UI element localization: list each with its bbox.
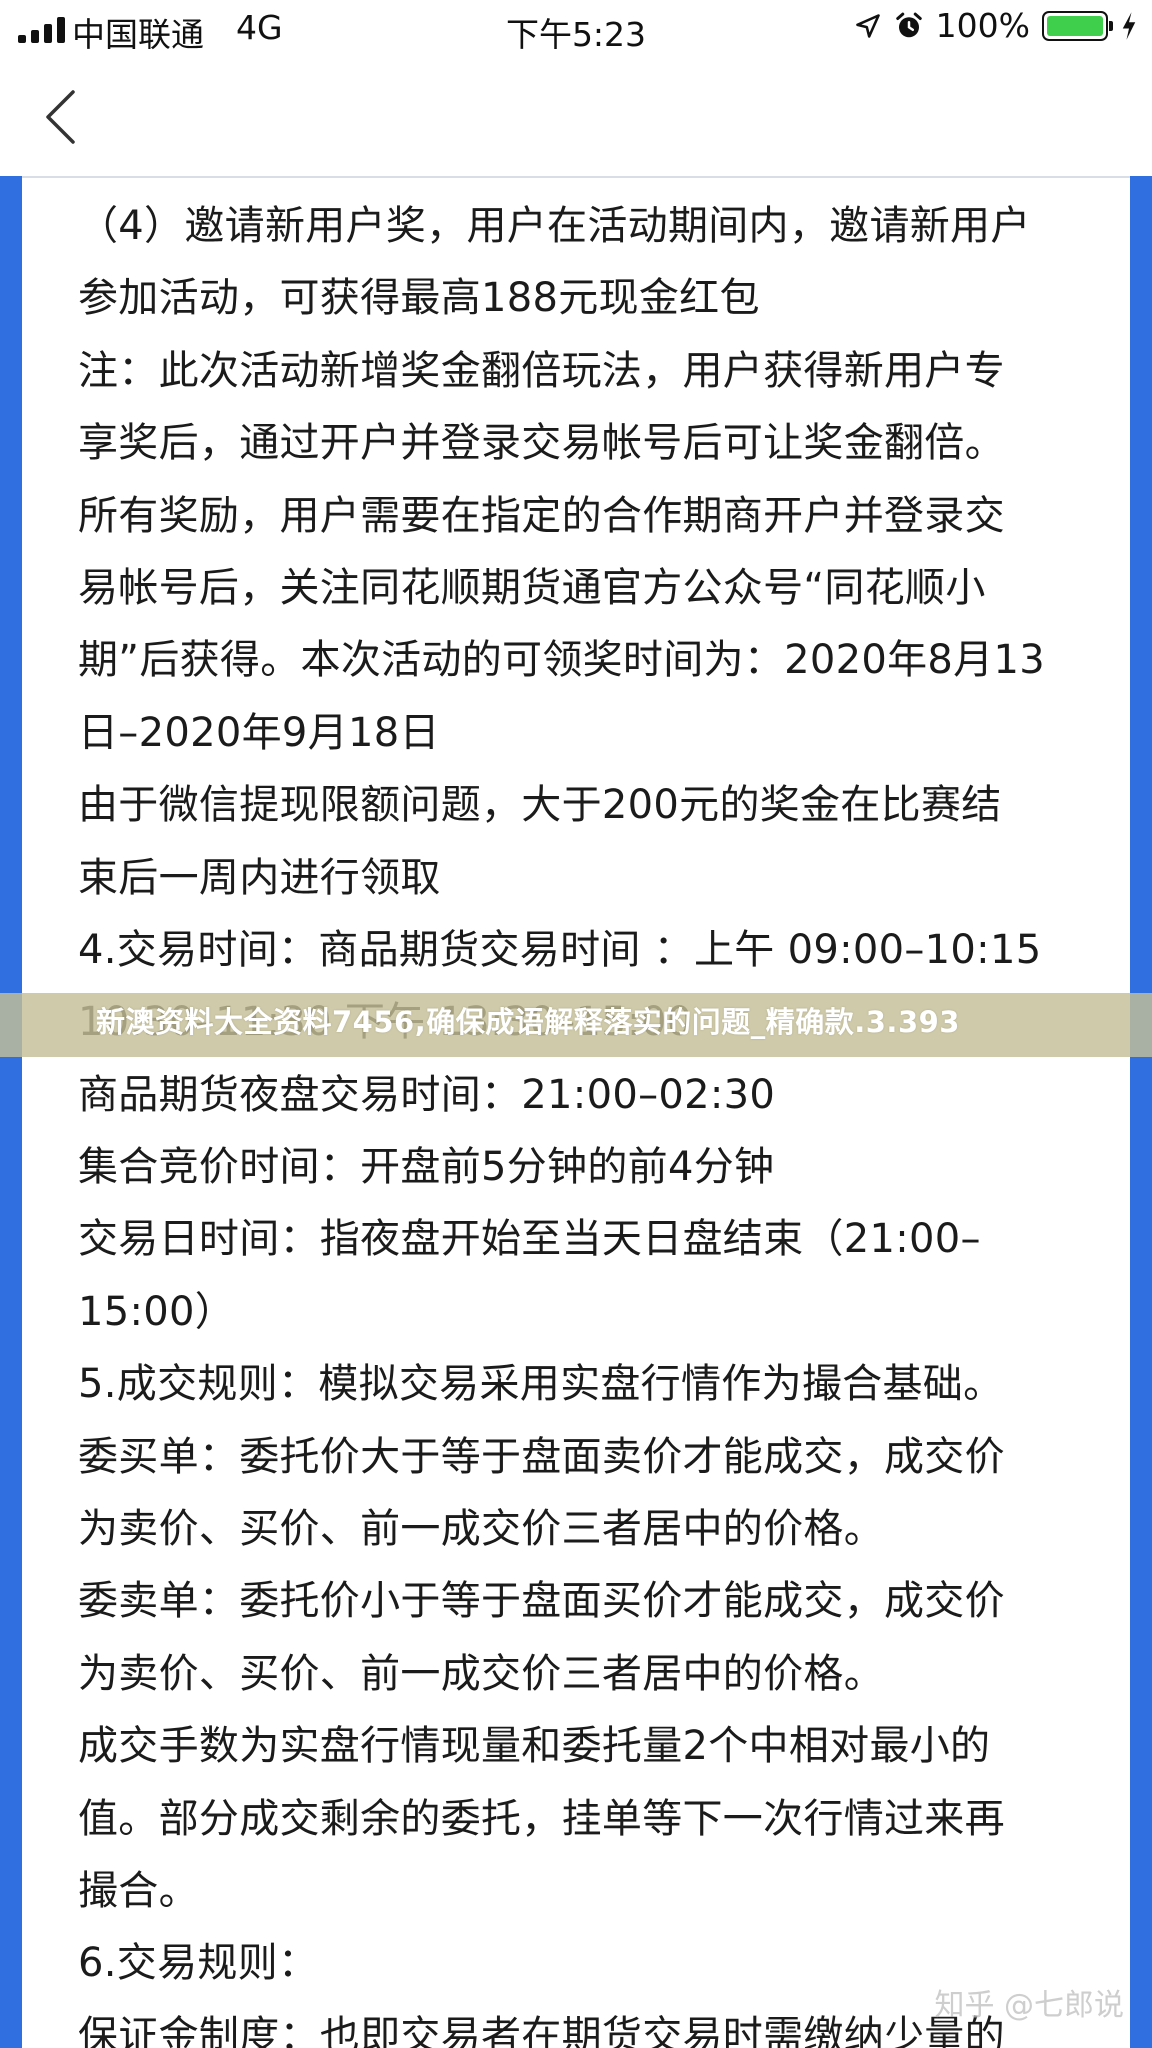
status-bar: 中国联通 4G 下午5:23 100% (0, 0, 1152, 58)
alarm-clock-icon (895, 12, 922, 37)
banner-text: 新澳资料大全资料7456,确保成语解释落实的问题_精确款.3.393 (96, 1005, 960, 1039)
document-line: 参加活动，可获得最高188元现金红包 (78, 275, 760, 322)
back-button[interactable] (30, 82, 90, 152)
document-line: 易帐号后，关注同花顺期货通官方公众号“同花顺小 (78, 564, 986, 611)
document-line: 15:00） (78, 1288, 236, 1335)
document-line: 商品期货夜盘交易时间：21:00–02:30 (78, 1071, 776, 1118)
nav-bar (0, 58, 1152, 176)
zhihu-watermark: 知乎 @七郎说 (934, 1988, 1124, 2023)
battery-level-fill (1047, 15, 1103, 36)
document-line: 注：此次活动新增奖金翻倍玩法，用户获得新用户专 (78, 347, 1005, 394)
document-text: （4）邀请新用户奖，用户在活动期间内，邀请新用户 参加活动，可获得最高188元现金… (78, 190, 1108, 2048)
document-line: 值。部分成交剩余的委托，挂单等下一次行情过来再 (78, 1795, 1005, 1842)
document-line: 4.交易时间：商品期货交易时间 ：上午 09:00–10:15 (78, 926, 1042, 973)
document-line: 撮合。 (78, 1867, 199, 1914)
document-line: 期”后获得。本次活动的可领奖时间为：2020年8月13 (78, 637, 1045, 684)
document-image-frame: （4）邀请新用户奖，用户在活动期间内，邀请新用户 参加活动，可获得最高188元现金… (0, 176, 1152, 2048)
document-line: 委买单：委托价大于等于盘面卖价才能成交，成交价 (78, 1433, 1005, 1480)
document-line: 委卖单：委托价小于等于盘面买价才能成交，成交价 (78, 1578, 1005, 1625)
document-line: （4）邀请新用户奖，用户在活动期间内，邀请新用户 (78, 203, 1031, 249)
document-line: 交易日时间：指夜盘开始至当天日盘结束（21:00– (78, 1216, 981, 1263)
battery-icon (1042, 10, 1113, 41)
document-line: 所有奖励，用户需要在指定的合作期商开户并登录交 (78, 492, 1005, 539)
document-line: 为卖价、买价、前一成交价三者居中的价格。 (78, 1506, 884, 1553)
document-image: （4）邀请新用户奖，用户在活动期间内，邀请新用户 参加活动，可获得最高188元现金… (22, 176, 1130, 2048)
chevron-left-icon (46, 90, 75, 144)
document-line: 集合竞价时间：开盘前5分钟的前4分钟 (78, 1144, 775, 1191)
title-banner: 新澳资料大全资料7456,确保成语解释落实的问题_精确款.3.393 (0, 993, 1152, 1057)
document-line: 5.成交规则：模拟交易采用实盘行情作为撮合基础。 (78, 1361, 1004, 1408)
status-right-group: 100% (854, 6, 1138, 45)
charging-bolt-icon (1122, 11, 1136, 40)
battery-percent: 100% (935, 6, 1030, 45)
document-line: 成交手数为实盘行情现量和委托量2个中相对最小的 (78, 1723, 991, 1770)
document-line: 日–2020年9月18日 (78, 709, 440, 756)
document-line: 束后一周内进行领取 (78, 854, 441, 901)
location-arrow-icon (855, 13, 880, 38)
document-line: 由于微信提现限额问题，大于200元的奖金在比赛结 (78, 782, 1002, 829)
document-line: 享奖后，通过开户并登录交易帐号后可让奖金翻倍。 (78, 420, 1005, 467)
document-line: 为卖价、买价、前一成交价三者居中的价格。 (78, 1650, 884, 1697)
